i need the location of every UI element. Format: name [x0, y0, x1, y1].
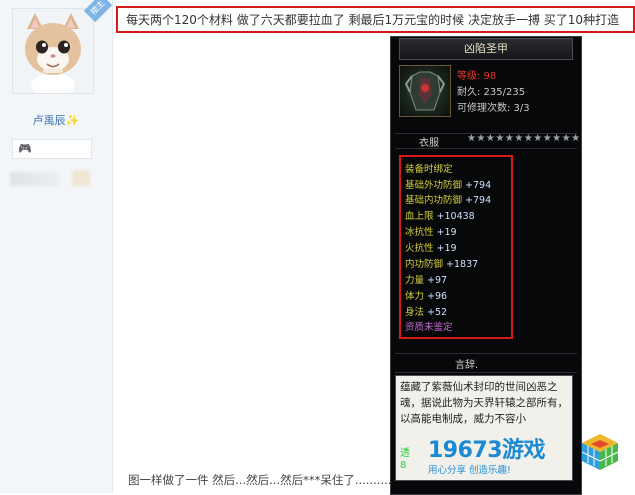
- site-watermark: 19673游戏 用心分享 创造乐趣!: [420, 430, 620, 480]
- slot-row: 衣服 ★★★★★★★★★★★★: [395, 133, 580, 149]
- post-content-highlighted: 每天两个120个材料 做了六天都要拉血了 剩最后1万元宝的时候 决定放手一搏 买…: [116, 6, 635, 33]
- lore-text: 蕴藏了紫薇仙术封印的世间凶恶之魂，据说此物为天界轩辕之部所有，以高能电制成，威力…: [400, 381, 568, 425]
- watermark-logo-text: 19673游戏: [428, 438, 546, 463]
- item-name: 凶陷圣甲: [399, 38, 573, 60]
- item-tooltip-image: 凶陷圣甲 等级: 98 耐久: 235/235 可修理次数: 3/3 衣服 ★★…: [390, 36, 582, 495]
- attr-row: 体力 +96: [405, 291, 448, 302]
- user-avatar[interactable]: [12, 8, 94, 94]
- lore-title: 言辞.: [455, 360, 479, 371]
- quality-status: 资质未鉴定: [405, 322, 453, 333]
- item-level: 等级: 98: [457, 71, 497, 82]
- watermark-slogan: 用心分享 创造乐趣!: [428, 465, 511, 476]
- attr-row: 身法 +52: [405, 307, 448, 318]
- lore-extra-2: 8: [400, 460, 407, 471]
- user-sidebar: 楼主 卢禹辰✨ 🎮: [0, 0, 113, 493]
- armor-icon: [399, 65, 451, 117]
- lore-header: 言辞.: [395, 353, 577, 373]
- cat-avatar-image: [13, 9, 93, 93]
- attr-row: 基础内功防御 +794: [405, 195, 492, 206]
- post-footer-text: 图一样做了一件 然后...然后...然后***呆住了..........: [128, 473, 392, 487]
- blurred-info-1: [10, 172, 60, 186]
- lore-extra-1: 透: [400, 448, 410, 459]
- attr-row: 冰抗性 +19: [405, 227, 457, 238]
- item-durability: 耐久: 235/235: [457, 87, 526, 98]
- star-rating: ★★★★★★★★★★★★: [467, 133, 581, 144]
- attr-row: 基础外功防御 +794: [405, 180, 492, 191]
- rubik-cube-icon: [581, 434, 619, 470]
- game-badge[interactable]: 🎮: [12, 139, 92, 159]
- username-link[interactable]: 卢禹辰✨: [0, 112, 112, 128]
- attr-row: 血上限 +10438: [405, 211, 475, 222]
- attr-row: 力量 +97: [405, 275, 448, 286]
- attr-row: 内功防御 +1837: [405, 259, 479, 270]
- item-slot: 衣服: [419, 138, 439, 149]
- attr-row: 火抗性 +19: [405, 243, 457, 254]
- item-repairs: 可修理次数: 3/3: [457, 103, 530, 114]
- attributes-highlight: 装备时绑定 基础外功防御 +794 基础内功防御 +794 血上限 +10438…: [399, 155, 513, 339]
- bind-status: 装备时绑定: [405, 164, 453, 175]
- blurred-info-2: [72, 170, 90, 186]
- gamepad-icon: 🎮: [18, 142, 32, 155]
